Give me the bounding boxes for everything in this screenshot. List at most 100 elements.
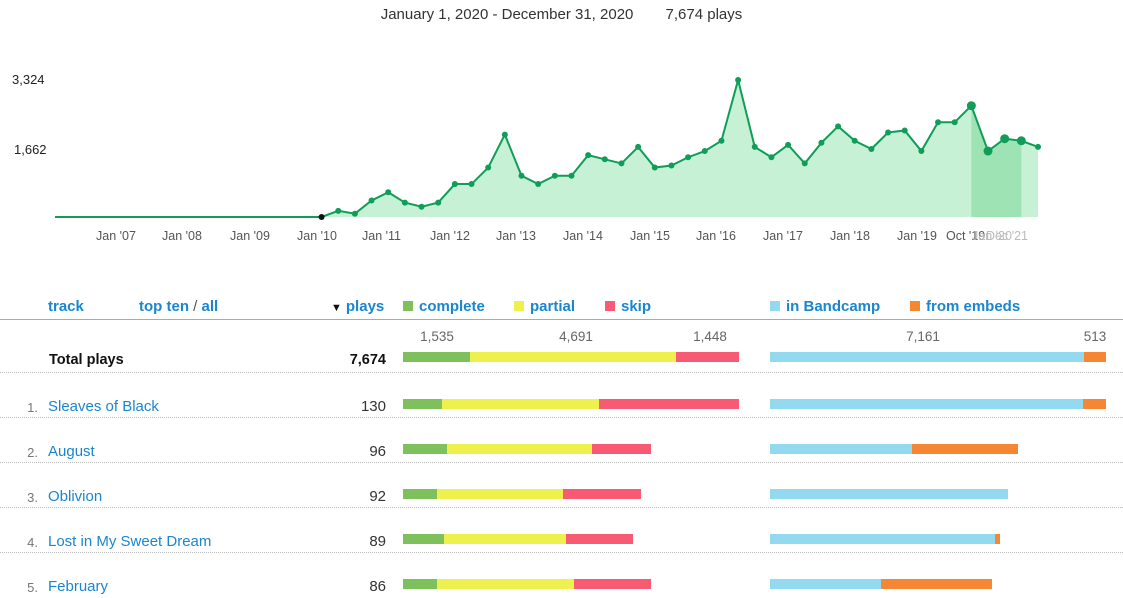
top-ten-all-toggle: top ten / all: [139, 298, 218, 315]
data-point[interactable]: [335, 207, 342, 214]
data-point[interactable]: [435, 199, 442, 206]
data-point[interactable]: [485, 164, 492, 171]
data-point[interactable]: [785, 141, 792, 148]
data-point[interactable]: [835, 123, 842, 130]
data-point[interactable]: [618, 160, 625, 167]
all-link[interactable]: all: [202, 298, 219, 315]
data-point[interactable]: [468, 181, 475, 188]
track-link[interactable]: Sleaves of Black: [48, 398, 159, 415]
partial-bar: [444, 534, 566, 544]
track-column-header[interactable]: track: [48, 298, 84, 315]
x-tick-label: Jan '10: [297, 229, 337, 243]
total-from-embeds-bar: [1083, 352, 1106, 362]
in-bandcamp-bar: [770, 399, 1083, 409]
total-partial-bar: [470, 352, 676, 362]
header-divider: [0, 319, 1123, 320]
track-rank: 4.: [27, 535, 38, 550]
data-point[interactable]: [701, 148, 708, 155]
data-point[interactable]: [966, 101, 976, 111]
total-plays-label: Total plays: [49, 352, 124, 368]
data-point[interactable]: [1016, 136, 1026, 146]
x-tick-label: Jan '13: [496, 229, 536, 243]
data-point[interactable]: [418, 203, 425, 210]
data-point[interactable]: [735, 77, 742, 83]
data-point[interactable]: [918, 148, 925, 155]
plays-column-header[interactable]: ▼ plays: [331, 298, 384, 315]
row-divider: [0, 462, 1123, 463]
data-point[interactable]: [585, 152, 592, 159]
data-point[interactable]: [535, 181, 542, 188]
data-point[interactable]: [318, 214, 325, 220]
separator: /: [193, 298, 198, 315]
data-point[interactable]: [1000, 134, 1010, 144]
total-in-bandcamp-bar: [770, 352, 1084, 362]
data-point[interactable]: [685, 154, 692, 161]
total-plays-value: 7,674: [349, 352, 386, 368]
data-point[interactable]: [518, 172, 525, 179]
x-tick-label-faded: Dec '21: [986, 229, 1028, 243]
data-point[interactable]: [351, 210, 358, 217]
data-point[interactable]: [935, 119, 942, 126]
data-point[interactable]: [568, 172, 575, 179]
x-tick-label: Jan '17: [763, 229, 803, 243]
partial-bar: [441, 399, 600, 409]
complete-bar: [403, 534, 445, 544]
data-point[interactable]: [885, 129, 892, 136]
track-link[interactable]: February: [48, 578, 108, 595]
track-rank: 1.: [27, 400, 38, 415]
data-point[interactable]: [718, 137, 725, 144]
in-bandcamp-bar: [770, 534, 995, 544]
track-plays: 86: [369, 578, 386, 595]
track-link[interactable]: August: [48, 443, 95, 460]
data-point[interactable]: [368, 197, 375, 204]
data-point[interactable]: [768, 154, 775, 161]
skip-bar: [573, 579, 652, 589]
total-skip-count: 1,448: [693, 329, 727, 344]
track-link[interactable]: Oblivion: [48, 488, 102, 505]
data-point[interactable]: [868, 145, 875, 152]
skip-bar: [565, 534, 634, 544]
data-point[interactable]: [751, 143, 758, 150]
data-point[interactable]: [1035, 143, 1041, 150]
from-embeds-swatch: [910, 301, 920, 311]
data-point[interactable]: [851, 137, 858, 144]
data-point[interactable]: [951, 119, 958, 126]
from-embeds-bar: [912, 444, 1019, 454]
data-point[interactable]: [385, 189, 392, 196]
skip-legend[interactable]: skip: [605, 298, 651, 315]
data-point[interactable]: [635, 143, 642, 150]
skip-swatch: [605, 301, 615, 311]
track-link[interactable]: Lost in My Sweet Dream: [48, 533, 211, 550]
data-point[interactable]: [651, 164, 658, 171]
data-point[interactable]: [901, 127, 908, 134]
track-plays: 130: [360, 398, 386, 415]
complete-bar: [403, 399, 442, 409]
data-point[interactable]: [818, 139, 825, 146]
plays-area-chart[interactable]: [0, 60, 1123, 230]
partial-swatch: [514, 301, 524, 311]
skip-bar: [599, 399, 739, 409]
data-point[interactable]: [551, 172, 558, 179]
partial-bar: [446, 444, 592, 454]
total-from-embeds-count: 513: [1083, 329, 1107, 344]
data-point[interactable]: [668, 162, 675, 169]
data-point[interactable]: [801, 160, 808, 167]
data-point[interactable]: [983, 146, 993, 156]
track-plays: 96: [369, 443, 386, 460]
complete-label: complete: [419, 298, 485, 315]
top-ten-link[interactable]: top ten: [139, 298, 189, 315]
x-tick-label: Jan '12: [430, 229, 470, 243]
partial-legend[interactable]: partial: [514, 298, 575, 315]
data-point[interactable]: [601, 156, 608, 163]
from-embeds-legend[interactable]: from embeds: [910, 298, 1020, 315]
track-plays: 92: [369, 488, 386, 505]
total-complete-count: 1,535: [420, 329, 454, 344]
in-bandcamp-legend[interactable]: in Bandcamp: [770, 298, 880, 315]
partial-bar: [436, 579, 574, 589]
selected-range-fill: [971, 105, 1022, 217]
data-point[interactable]: [401, 199, 408, 206]
complete-legend[interactable]: complete: [403, 298, 485, 315]
partial-bar: [436, 489, 564, 499]
data-point[interactable]: [501, 131, 508, 138]
data-point[interactable]: [451, 181, 458, 188]
